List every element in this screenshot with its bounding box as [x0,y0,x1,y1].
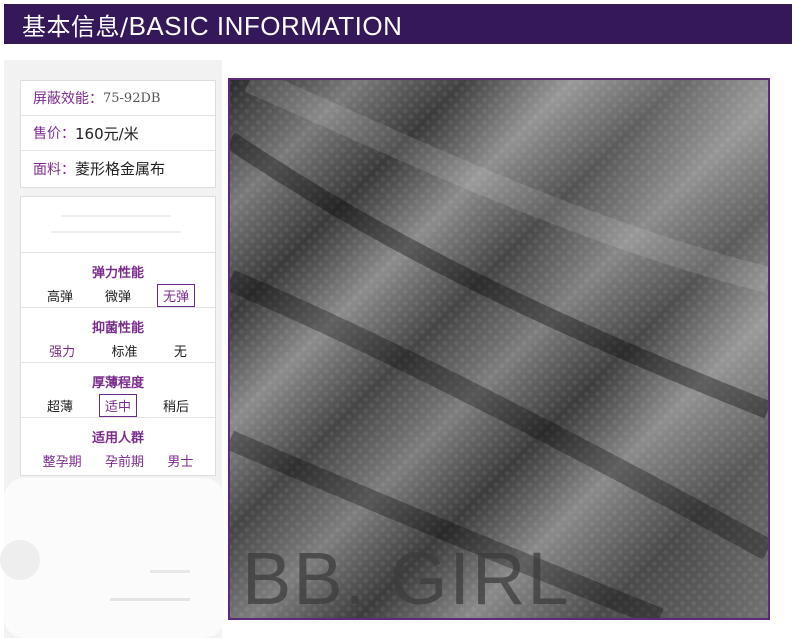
property-option-selected: 无弹 [156,284,195,307]
property-option: 稍后 [162,400,189,415]
property-section: 适用人群 整孕期 孕前期 男士 [21,418,215,473]
price-value: 160元/米 [75,124,139,143]
blank-mark [0,540,40,580]
property-section: 厚薄程度超薄 适中 稍后 [21,363,215,418]
property-option-selected: 适中 [98,394,137,417]
product-info-box: 屏蔽效能： 75-92DB 售价： 160元/米 面料： 菱形格金属布 [20,80,216,188]
property-title: 弹力性能 [91,266,144,281]
property-option: 整孕期 [42,455,82,470]
section-header: 基本信息/BASIC INFORMATION [4,4,792,44]
property-option: 强力 [49,345,76,360]
shielding-value: 75-92DB [103,90,161,106]
price-row: 售价： 160元/米 [21,116,215,151]
shielding-row: 屏蔽效能： 75-92DB [21,81,215,116]
material-row: 面料： 菱形格金属布 [21,151,215,186]
property-options: 整孕期 孕前期 男士 [21,449,215,472]
section-title: 基本信息/BASIC INFORMATION [4,7,402,42]
property-option: 标准 [111,345,138,360]
property-options: 高弹 微弹 无弹 [21,284,215,307]
property-title: 适用人群 [91,431,144,446]
property-options: 强力 标准 无 [21,339,215,362]
price-label: 售价： [33,126,75,142]
property-section: 抑菌性能 强力 标准 无 [21,308,215,363]
property-options: 超薄 适中 稍后 [21,394,215,417]
watermark-text: BB. GIRL [242,537,571,620]
property-option: 孕前期 [104,455,144,470]
property-option: 男士 [167,455,194,470]
property-section: 弹力性能高弹 微弹 无弹 [21,253,215,308]
property-box: 弹力性能高弹 微弹 无弹 抑菌性能 强力 标准 无厚薄程度超薄 适中 稍后适用人群 整孕期 孕前期 男… [20,196,216,476]
section-title-en: BASIC INFORMATION [128,10,403,41]
property-option: 微弹 [104,290,131,305]
property-blank-row [21,197,215,253]
shielding-label: 屏蔽效能： [33,91,103,107]
property-title: 厚薄程度 [91,376,144,391]
fabric-photo: BB. GIRL [228,78,770,620]
property-option: 高弹 [46,290,73,305]
property-title: 抑菌性能 [91,321,144,336]
property-option: 无 [173,345,187,360]
material-value: 菱形格金属布 [75,160,166,178]
material-label: 面料： [33,161,75,178]
section-title-cn: 基本信息/ [22,12,129,41]
faint-line [110,598,190,601]
property-option: 超薄 [46,400,73,415]
faint-line [150,570,190,573]
